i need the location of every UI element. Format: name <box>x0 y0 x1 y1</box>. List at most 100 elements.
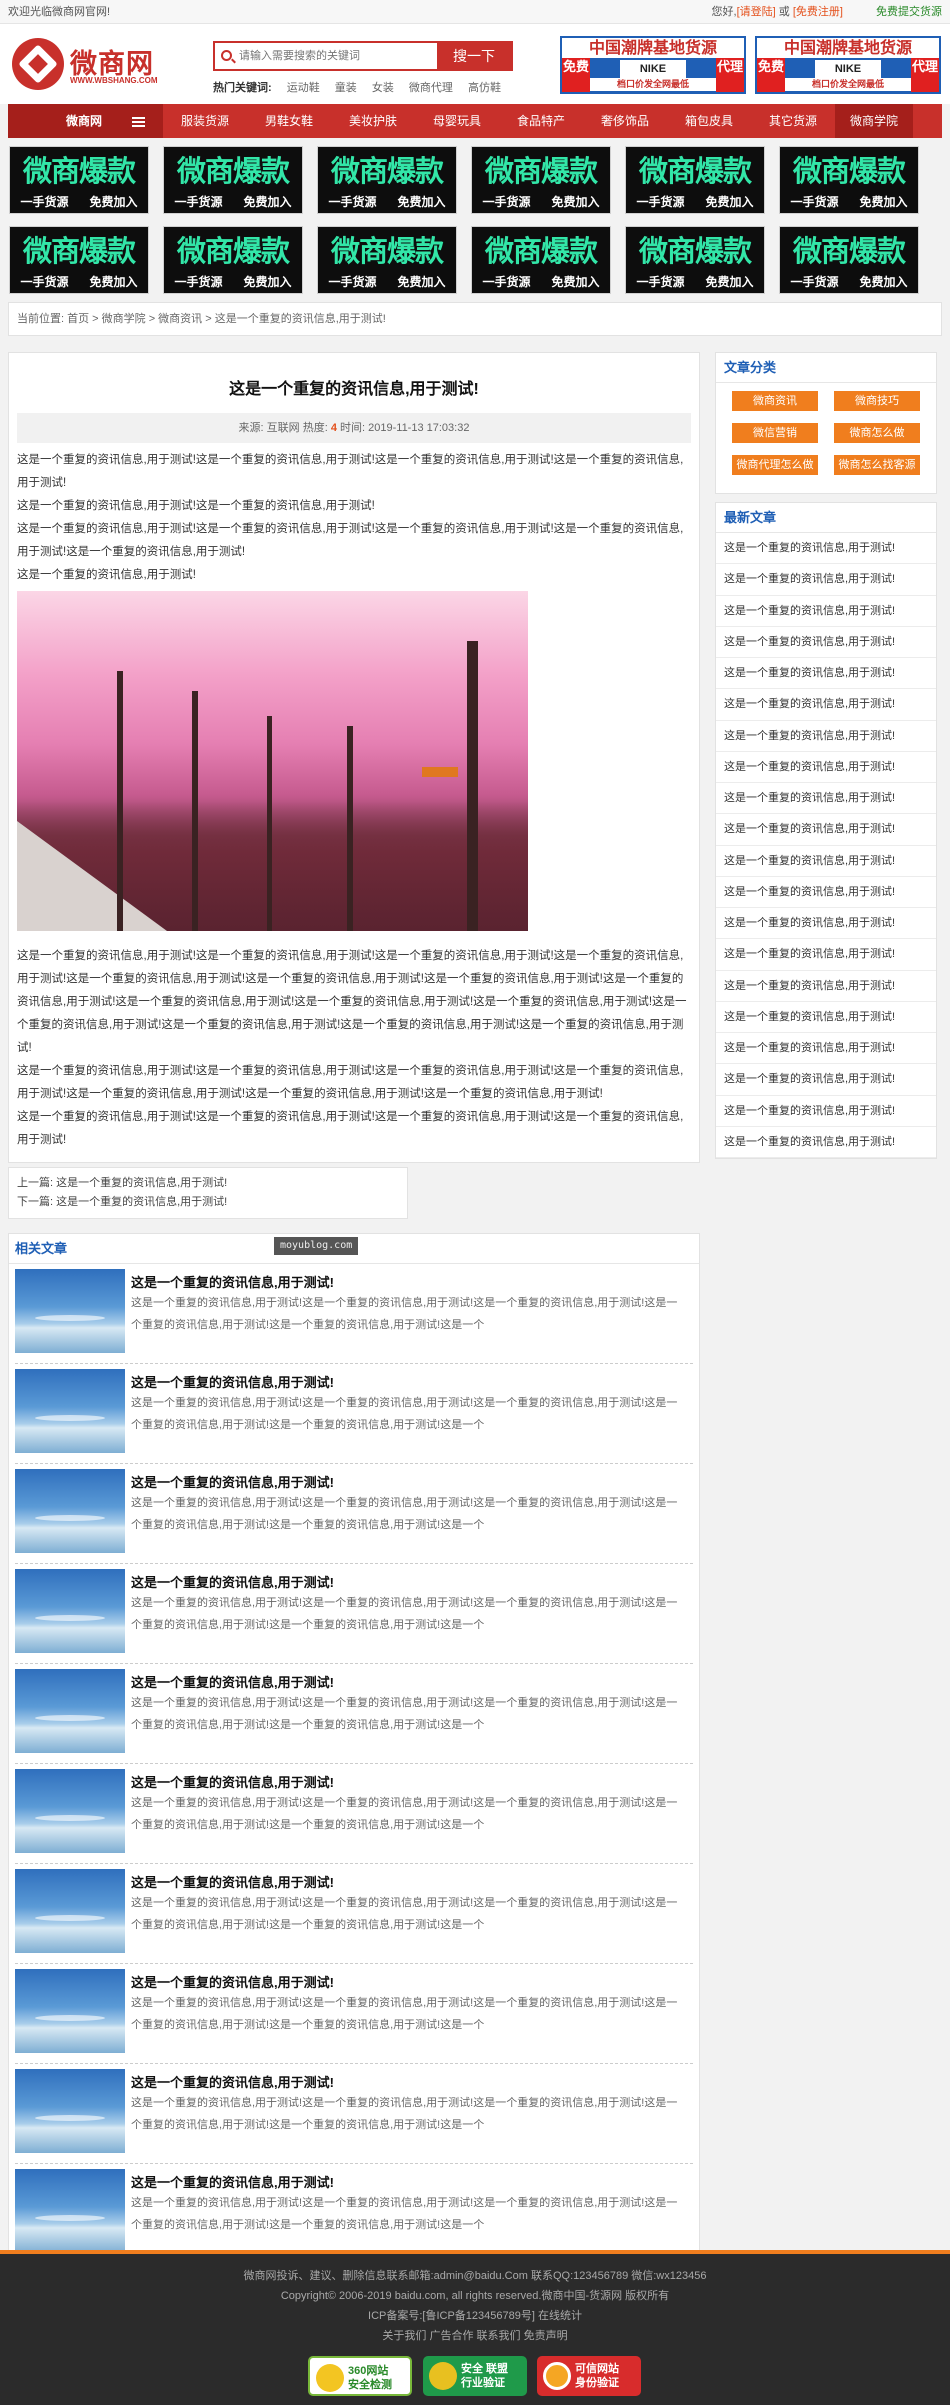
category-tag[interactable]: 微信营销 <box>732 423 818 443</box>
promo-ad[interactable]: 微商爆款 一手货源 免费加入 <box>625 146 765 214</box>
latest-article-link[interactable]: 这是一个重复的资讯信息,用于测试! <box>716 971 936 1002</box>
latest-article-link[interactable]: 这是一个重复的资讯信息,用于测试! <box>716 1096 936 1127</box>
related-title[interactable]: 这是一个重复的资讯信息,用于测试! <box>131 1572 334 1591</box>
prev-article-link[interactable]: 上一篇: 这是一个重复的资讯信息,用于测试! <box>17 1174 399 1193</box>
related-title[interactable]: 这是一个重复的资讯信息,用于测试! <box>131 1872 334 1891</box>
latest-article-link[interactable]: 这是一个重复的资讯信息,用于测试! <box>716 721 936 752</box>
latest-article-link[interactable]: 这是一个重复的资讯信息,用于测试! <box>716 1033 936 1065</box>
header: 微商网 WWW.WBSHANG.COM 搜一下 热门关键词: 运动鞋 童装 女装… <box>0 24 950 104</box>
related-item[interactable]: 这是一个重复的资讯信息,用于测试! 这是一个重复的资讯信息,用于测试!这是一个重复… <box>15 1564 693 1664</box>
promo-ad[interactable]: 微商爆款 一手货源 免费加入 <box>163 146 303 214</box>
latest-article-link[interactable]: 这是一个重复的资讯信息,用于测试! <box>716 846 936 877</box>
badge-360[interactable]: 360网站 安全检测 <box>308 2356 412 2396</box>
related-thumbnail[interactable] <box>15 1569 125 1653</box>
related-title[interactable]: 这是一个重复的资讯信息,用于测试! <box>131 1472 334 1491</box>
latest-article-link[interactable]: 这是一个重复的资讯信息,用于测试! <box>716 658 936 690</box>
latest-article-link[interactable]: 这是一个重复的资讯信息,用于测试! <box>716 814 936 846</box>
related-item[interactable]: 这是一个重复的资讯信息,用于测试! 这是一个重复的资讯信息,用于测试!这是一个重复… <box>15 2064 693 2164</box>
related-item[interactable]: 这是一个重复的资讯信息,用于测试! 这是一个重复的资讯信息,用于测试!这是一个重复… <box>15 1764 693 1864</box>
related-title[interactable]: 这是一个重复的资讯信息,用于测试! <box>131 2072 334 2091</box>
header-banner-ad[interactable]: 中国潮牌基地货源 免费 NIKE 代理 档口价发全网最低 <box>560 36 746 94</box>
nav-item[interactable]: 美妆护肤 <box>331 104 415 138</box>
related-thumbnail[interactable] <box>15 1869 125 1953</box>
nav-item[interactable]: 母婴玩具 <box>415 104 499 138</box>
category-tag[interactable]: 微商技巧 <box>834 391 920 411</box>
related-title[interactable]: 这是一个重复的资讯信息,用于测试! <box>131 1672 334 1691</box>
latest-article-link[interactable]: 这是一个重复的资讯信息,用于测试! <box>716 783 936 815</box>
related-item[interactable]: 这是一个重复的资讯信息,用于测试! 这是一个重复的资讯信息,用于测试!这是一个重复… <box>15 1364 693 1464</box>
related-title[interactable]: 这是一个重复的资讯信息,用于测试! <box>131 2172 334 2191</box>
latest-article-link[interactable]: 这是一个重复的资讯信息,用于测试! <box>716 627 936 658</box>
promo-ad[interactable]: 微商爆款 一手货源 免费加入 <box>471 146 611 214</box>
category-tag[interactable]: 微商怎么找客源 <box>834 455 920 475</box>
banner-bottom: 档口价发全网最低 <box>590 78 716 91</box>
related-item[interactable]: 这是一个重复的资讯信息,用于测试! 这是一个重复的资讯信息,用于测试!这是一个重复… <box>15 1264 693 1364</box>
promo-ad[interactable]: 微商爆款 一手货源 免费加入 <box>9 146 149 214</box>
latest-article-link[interactable]: 这是一个重复的资讯信息,用于测试! <box>716 596 936 627</box>
promo-ad[interactable]: 微商爆款 一手货源 免费加入 <box>625 226 765 294</box>
hot-keyword[interactable]: 运动鞋 <box>287 82 320 94</box>
promo-ad[interactable]: 微商爆款 一手货源 免费加入 <box>9 226 149 294</box>
hot-keyword[interactable]: 高仿鞋 <box>468 82 501 94</box>
latest-article-link[interactable]: 这是一个重复的资讯信息,用于测试! <box>716 1127 936 1158</box>
related-thumbnail[interactable] <box>15 1769 125 1853</box>
category-tag[interactable]: 微商资讯 <box>732 391 818 411</box>
latest-article-link[interactable]: 这是一个重复的资讯信息,用于测试! <box>716 689 936 721</box>
latest-article-link[interactable]: 这是一个重复的资讯信息,用于测试! <box>716 939 936 971</box>
category-menu[interactable]: 微商网 <box>8 104 163 138</box>
promo-ad[interactable]: 微商爆款 一手货源 免费加入 <box>779 146 919 214</box>
free-submit-link[interactable]: 免费提交货源 <box>876 6 942 18</box>
nav-item[interactable]: 食品特产 <box>499 104 583 138</box>
latest-article-link[interactable]: 这是一个重复的资讯信息,用于测试! <box>716 1002 936 1033</box>
related-thumbnail[interactable] <box>15 2169 125 2253</box>
register-link[interactable]: [免费注册] <box>793 6 843 18</box>
hot-keyword[interactable]: 童装 <box>335 82 357 94</box>
search-input[interactable] <box>239 43 434 69</box>
hot-keyword[interactable]: 微商代理 <box>409 82 453 94</box>
related-title[interactable]: 这是一个重复的资讯信息,用于测试! <box>131 1772 334 1791</box>
related-title[interactable]: 这是一个重复的资讯信息,用于测试! <box>131 1372 334 1391</box>
nav-item[interactable]: 男鞋女鞋 <box>247 104 331 138</box>
latest-article-link[interactable]: 这是一个重复的资讯信息,用于测试! <box>716 877 936 908</box>
latest-article-link[interactable]: 这是一个重复的资讯信息,用于测试! <box>716 752 936 783</box>
nav-item[interactable]: 奢侈饰品 <box>583 104 667 138</box>
login-link[interactable]: [请登陆] <box>737 6 776 18</box>
ad-sub: 一手货源 免费加入 <box>10 193 148 211</box>
latest-article-link[interactable]: 这是一个重复的资讯信息,用于测试! <box>716 533 936 565</box>
related-item[interactable]: 这是一个重复的资讯信息,用于测试! 这是一个重复的资讯信息,用于测试!这是一个重复… <box>15 1864 693 1964</box>
related-thumbnail[interactable] <box>15 1969 125 2053</box>
category-label: 微商网 <box>66 114 103 128</box>
related-item[interactable]: 这是一个重复的资讯信息,用于测试! 这是一个重复的资讯信息,用于测试!这是一个重复… <box>15 1464 693 1564</box>
promo-ad[interactable]: 微商爆款 一手货源 免费加入 <box>317 146 457 214</box>
latest-article-link[interactable]: 这是一个重复的资讯信息,用于测试! <box>716 1064 936 1096</box>
related-thumbnail[interactable] <box>15 1469 125 1553</box>
badge-industry[interactable]: 安全 联盟 行业验证 <box>423 2356 527 2396</box>
related-thumbnail[interactable] <box>15 1369 125 1453</box>
search-button[interactable]: 搜一下 <box>437 43 511 69</box>
promo-ad[interactable]: 微商爆款 一手货源 免费加入 <box>317 226 457 294</box>
related-title[interactable]: 这是一个重复的资讯信息,用于测试! <box>131 1972 334 1991</box>
nav-item-active[interactable]: 微商学院 <box>835 104 913 138</box>
related-thumbnail[interactable] <box>15 2069 125 2153</box>
site-logo[interactable]: 微商网 WWW.WBSHANG.COM <box>12 38 167 90</box>
badge-trusted[interactable]: 可信网站 身份验证 <box>537 2356 641 2396</box>
related-item[interactable]: 这是一个重复的资讯信息,用于测试! 这是一个重复的资讯信息,用于测试!这是一个重复… <box>15 1964 693 2064</box>
category-tag[interactable]: 微商代理怎么做 <box>732 455 818 475</box>
related-title[interactable]: 这是一个重复的资讯信息,用于测试! <box>131 1272 334 1291</box>
promo-ad[interactable]: 微商爆款 一手货源 免费加入 <box>779 226 919 294</box>
related-item[interactable]: 这是一个重复的资讯信息,用于测试! 这是一个重复的资讯信息,用于测试!这是一个重复… <box>15 1664 693 1764</box>
nav-item[interactable]: 其它货源 <box>751 104 835 138</box>
next-article-link[interactable]: 下一篇: 这是一个重复的资讯信息,用于测试! <box>17 1193 399 1212</box>
promo-ad[interactable]: 微商爆款 一手货源 免费加入 <box>471 226 611 294</box>
latest-article-link[interactable]: 这是一个重复的资讯信息,用于测试! <box>716 564 936 596</box>
category-tag[interactable]: 微商怎么做 <box>834 423 920 443</box>
promo-ad[interactable]: 微商爆款 一手货源 免费加入 <box>163 226 303 294</box>
nav-item[interactable]: 服装货源 <box>163 104 247 138</box>
hot-keyword[interactable]: 女装 <box>372 82 394 94</box>
related-thumbnail[interactable] <box>15 1269 125 1353</box>
header-banner-ad[interactable]: 中国潮牌基地货源 免费 NIKE 代理 档口价发全网最低 <box>755 36 941 94</box>
latest-article-link[interactable]: 这是一个重复的资讯信息,用于测试! <box>716 908 936 940</box>
related-thumbnail[interactable] <box>15 1669 125 1753</box>
related-item[interactable]: 这是一个重复的资讯信息,用于测试! 这是一个重复的资讯信息,用于测试!这是一个重复… <box>15 2164 693 2264</box>
nav-item[interactable]: 箱包皮具 <box>667 104 751 138</box>
